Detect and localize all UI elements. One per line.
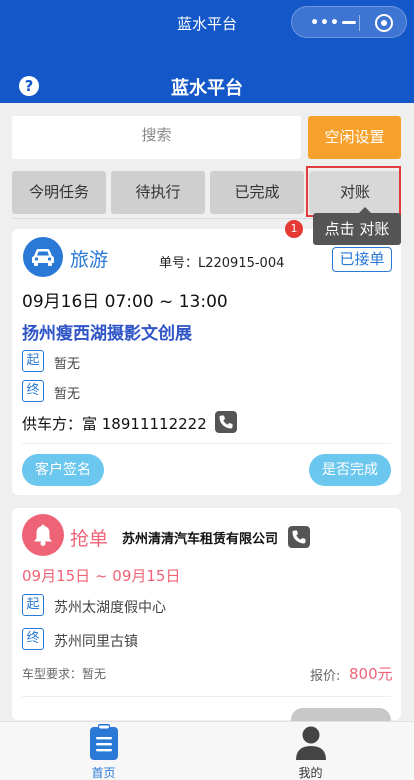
tabbar-home[interactable]: 首页 (0, 722, 207, 780)
bell-icon (22, 514, 64, 556)
more-icon[interactable]: ••• (305, 13, 345, 33)
order-time: 09月16日 07:00 ~ 13:00 (22, 292, 228, 312)
end-tag: 终 (22, 628, 44, 650)
home-doc-icon (90, 724, 118, 760)
card-divider (22, 696, 391, 697)
close-icon[interactable] (375, 14, 393, 32)
order-type: 旅游 (70, 249, 109, 271)
tab-highlight-frame (306, 166, 401, 217)
order-card[interactable]: 旅游 单号：L220915-004 已接单 09月16日 07:00 ~ 13:… (12, 229, 401, 495)
tooltip: 点击 对账 (313, 207, 401, 245)
vehicle-requirement: 车型要求：暂无 (22, 667, 107, 681)
header-bar: 蓝水平台 ••• ? 蓝水平台 (0, 0, 414, 103)
start-tag: 起 (22, 594, 44, 616)
company-name: 苏州清清汽车租赁有限公司 (122, 532, 279, 547)
card-divider (22, 443, 391, 444)
user-icon (296, 726, 326, 760)
car-icon (23, 237, 63, 277)
price-value: 800元 (349, 665, 393, 683)
end-tag: 终 (22, 380, 44, 402)
tab-pending[interactable]: 待执行 (111, 171, 205, 214)
bottom-tab-bar: 首页 我的 (0, 721, 414, 780)
supplier-info: 供车方：富 18911112222 (22, 415, 207, 433)
idle-settings-button[interactable]: 空闲设置 (308, 116, 401, 159)
price-label: 报价: (310, 669, 341, 684)
page-title: 蓝水平台 (171, 78, 243, 99)
date-range: 09月15日 ~ 09月15日 (22, 567, 181, 585)
tabbar-me[interactable]: 我的 (207, 722, 414, 780)
phone-icon[interactable] (215, 411, 237, 433)
grab-order-label: 抢单 (70, 528, 109, 550)
capsule-divider (359, 15, 360, 31)
start-tag: 起 (22, 350, 44, 372)
end-location: 暂无 (54, 387, 81, 402)
start-location: 暂无 (54, 357, 81, 372)
capsule-menu: ••• (291, 6, 407, 38)
start-location: 苏州太湖度假中心 (54, 600, 166, 616)
phone-icon[interactable] (288, 526, 310, 548)
complete-button[interactable]: 是否完成 (309, 454, 391, 486)
tab-completed[interactable]: 已完成 (210, 171, 304, 214)
grab-order-card[interactable]: 抢单 苏州清清汽车租赁有限公司 09月15日 ~ 09月15日 起 苏州太湖度假… (12, 508, 401, 728)
minimize-icon[interactable] (342, 21, 356, 24)
tab-today-tomorrow[interactable]: 今明任务 (12, 171, 106, 214)
tabbar-me-label: 我的 (298, 766, 323, 780)
end-location: 苏州同里古镇 (54, 634, 138, 650)
order-number: 单号：L220915-004 (159, 256, 285, 271)
search-input[interactable]: 搜索 (12, 116, 301, 159)
event-title: 扬州瘦西湖摄影文创展 (22, 324, 192, 344)
customer-sign-button[interactable]: 客户签名 (22, 454, 104, 486)
tabbar-home-label: 首页 (91, 766, 116, 780)
status-badge: 已接单 (332, 247, 392, 272)
tip-badge: 1 (285, 220, 303, 238)
